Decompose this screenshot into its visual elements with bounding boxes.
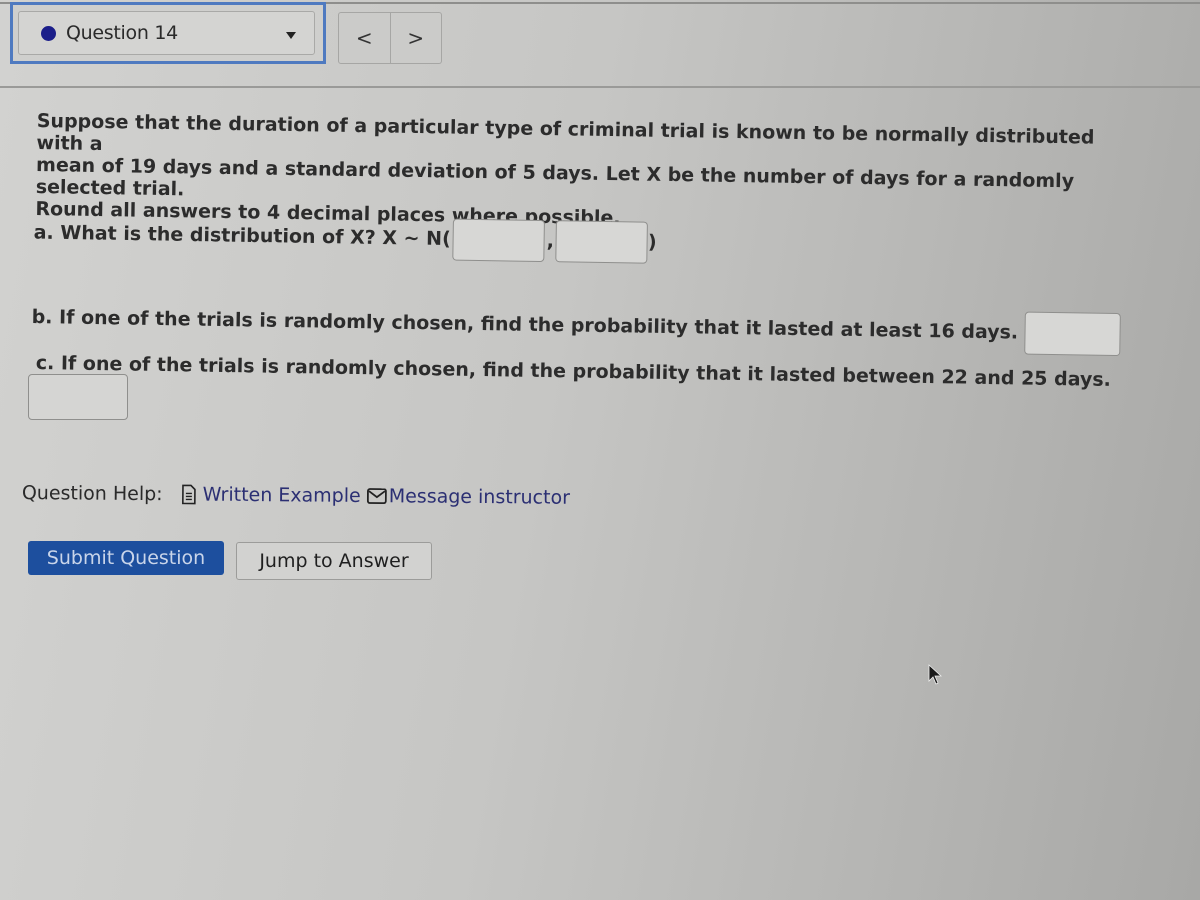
written-example-link[interactable]: Written Example xyxy=(181,483,361,507)
action-buttons: Submit Question Jump to Answer xyxy=(28,536,432,580)
chevron-down-icon[interactable] xyxy=(286,32,296,39)
standard-deviation-input[interactable] xyxy=(555,220,649,264)
closing-paren: ) xyxy=(647,231,657,254)
written-example-label: Written Example xyxy=(202,483,361,507)
question-selector[interactable]: Question 14 xyxy=(10,2,326,64)
question-pager: < > xyxy=(338,12,442,64)
chevron-right-icon: > xyxy=(407,26,425,50)
part-c-answer-input[interactable] xyxy=(28,374,128,420)
question-selector-label: Question 14 xyxy=(66,22,178,44)
chevron-left-icon: < xyxy=(355,26,373,50)
next-question-button[interactable]: > xyxy=(390,12,442,64)
mouse-cursor-icon xyxy=(928,664,943,685)
part-b-prompt: b. If one of the trials is randomly chos… xyxy=(31,305,1019,344)
document-icon xyxy=(181,484,196,505)
jump-to-answer-button[interactable]: Jump to Answer xyxy=(236,542,432,580)
previous-question-button[interactable]: < xyxy=(338,12,391,64)
part-a-prompt: a. What is the distribution of X? X ~ N( xyxy=(33,221,451,251)
question-status-dot xyxy=(41,25,56,41)
question-help: Question Help: Written Example Message i… xyxy=(22,482,576,509)
comma-separator: , xyxy=(546,229,555,252)
question-selector-field[interactable]: Question 14 xyxy=(18,11,315,55)
part-b-answer-input[interactable] xyxy=(1023,311,1121,357)
message-instructor-label: Message instructor xyxy=(388,485,571,509)
envelope-icon xyxy=(366,488,387,505)
part-b: b. If one of the trials is randomly chos… xyxy=(31,296,1121,357)
part-a: a. What is the distribution of X? X ~ N(… xyxy=(33,212,657,264)
header-bottom-divider xyxy=(0,86,1200,88)
part-c: c. If one of the trials is randomly chos… xyxy=(36,352,1111,391)
mean-input[interactable] xyxy=(452,218,546,263)
part-c-prompt: c. If one of the trials is randomly chos… xyxy=(35,352,1112,391)
submit-question-button[interactable]: Submit Question xyxy=(28,541,224,575)
message-instructor-link[interactable]: Message instructor xyxy=(366,485,571,509)
question-help-label: Question Help: xyxy=(21,482,163,506)
